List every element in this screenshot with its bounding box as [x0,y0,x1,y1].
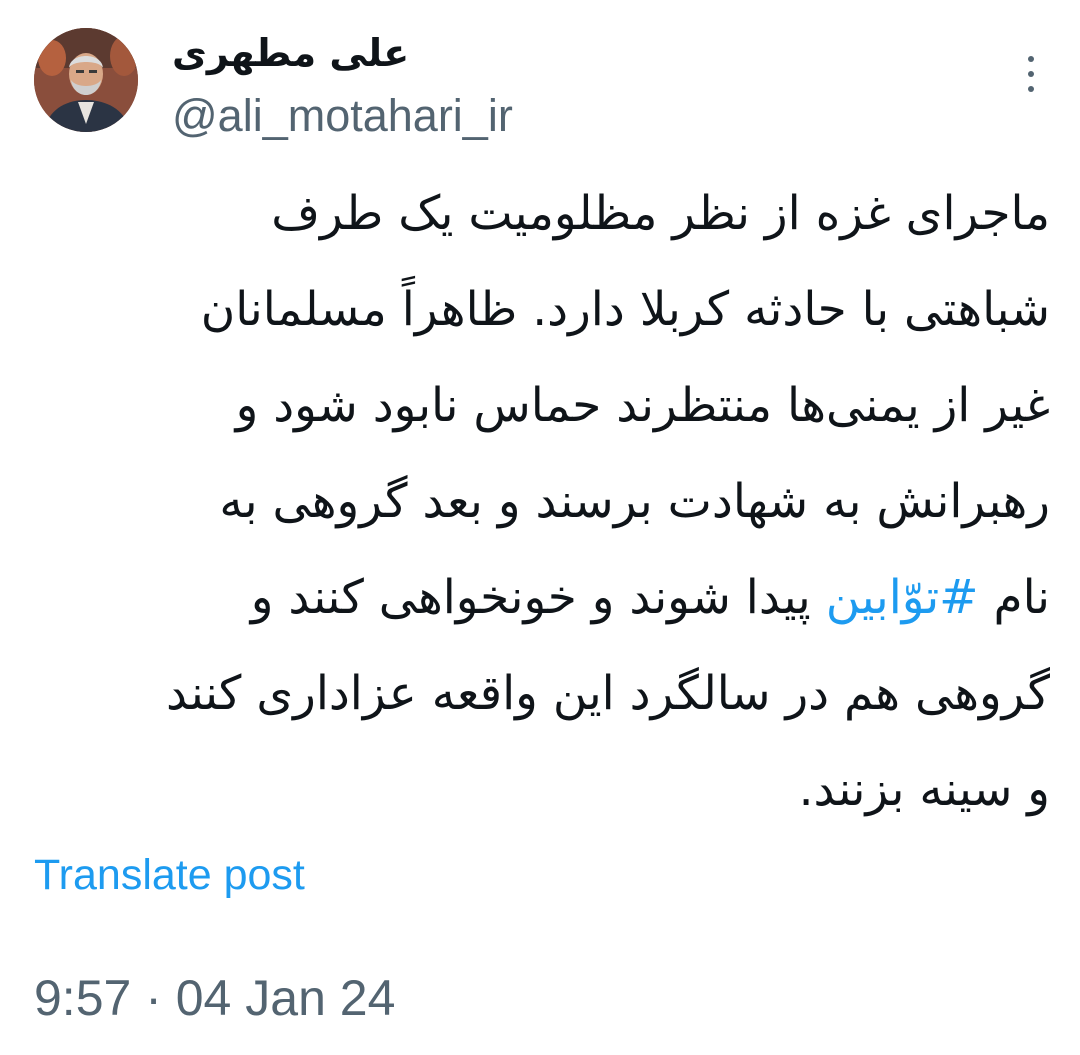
tweet-text-segment: پیدا شوند و خونخواهی کنند و [250,570,826,625]
tweet: علی مطهری @ali_motahari_ir ماجرای غزه از… [0,0,1080,1055]
hashtag-link[interactable]: #توّابین [826,570,979,625]
user-handle[interactable]: @ali_motahari_ir [172,90,513,142]
author-info[interactable]: علی مطهری @ali_motahari_ir [172,28,872,141]
display-name[interactable]: علی مطهری [172,30,409,76]
tweet-text-segment: نام [978,570,1050,625]
post-timestamp[interactable]: 9:57 · 04 Jan 24 [34,968,395,1028]
tweet-text-segment: گروهی هم در سالگرد این واقعه عزاداری کنن… [165,666,1050,721]
tweet-text-segment: ماجرای غزه از نظر مظلومیت یک طرف [271,186,1050,241]
tweet-text-segment: رهبرانش به شهادت برسند و بعد گروهی به [219,474,1050,529]
tweet-text-line: نام #توّابین پیدا شوند و خونخواهی کنند و [30,550,1050,646]
tweet-text-line: شباهتی با حادثه کربلا دارد. ظاهراً مسلما… [30,262,1050,358]
more-options-button[interactable] [1018,52,1044,96]
more-vertical-icon-dot [1028,71,1034,77]
tweet-text-line: غیر از یمنی‌ها منتظرند حماس نابود شود و [30,358,1050,454]
more-vertical-icon-dot [1028,86,1034,92]
tweet-text-line: و سینه بزنند. [30,742,1050,838]
tweet-header: علی مطهری @ali_motahari_ir [34,28,1044,141]
tweet-text: ماجرای غزه از نظر مظلومیت یک طرف شباهتی ب… [30,166,1050,838]
translate-post-link[interactable]: Translate post [34,848,305,902]
tweet-text-line: ماجرای غزه از نظر مظلومیت یک طرف [30,166,1050,262]
tweet-text-segment: شباهتی با حادثه کربلا دارد. ظاهراً مسلما… [200,282,1050,337]
tweet-text-line: رهبرانش به شهادت برسند و بعد گروهی به [30,454,1050,550]
avatar[interactable] [34,28,138,132]
tweet-text-segment: و سینه بزنند. [798,762,1050,817]
tweet-text-segment: غیر از یمنی‌ها منتظرند حماس نابود شود و [235,378,1050,433]
avatar-image [34,28,138,132]
more-vertical-icon [1028,56,1034,62]
tweet-text-line: گروهی هم در سالگرد این واقعه عزاداری کنن… [30,646,1050,742]
